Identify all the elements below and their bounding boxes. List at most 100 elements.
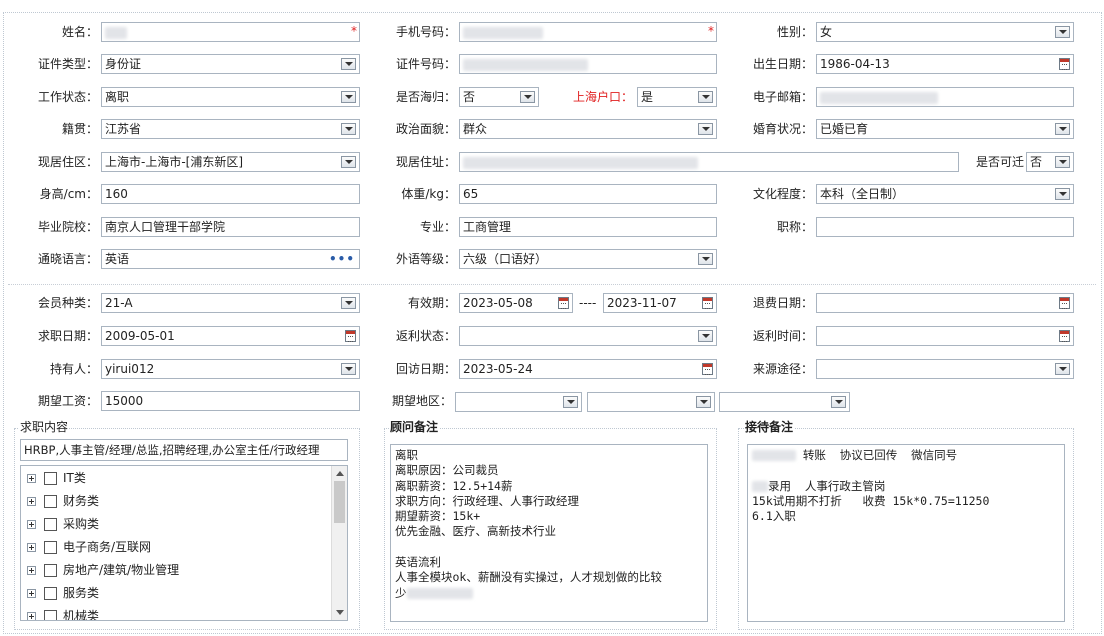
expand-icon[interactable] <box>27 612 36 620</box>
job-category-tree[interactable]: IT类 财务类 采购类 电子商务/互联网 房地产/建筑/物业管理 服务类 机械类 <box>20 465 348 621</box>
chevron-down-icon[interactable] <box>831 396 846 408</box>
current-area-select[interactable]: 上海市-上海市-[浦东新区] <box>101 152 360 172</box>
calendar-icon[interactable] <box>558 297 569 309</box>
calendar-icon[interactable] <box>1059 330 1070 342</box>
height-field[interactable]: 160 <box>101 184 360 204</box>
checkbox[interactable] <box>44 541 57 554</box>
address-redacted <box>463 156 698 169</box>
checkbox[interactable] <box>44 610 57 620</box>
tree-item[interactable]: 房地产/建筑/物业管理 <box>27 559 179 582</box>
job-intent-summary[interactable]: HRBP,人事主管/经理/总监,招聘经理,办公室主任/行政经理 <box>20 439 348 461</box>
chevron-down-icon[interactable] <box>563 396 578 408</box>
validity-start-field[interactable]: 2023-05-08 <box>459 293 573 313</box>
tree-item[interactable]: 服务类 <box>27 582 99 605</box>
expand-icon[interactable] <box>27 566 36 575</box>
visit-date-field[interactable]: 2023-05-24 <box>459 359 717 379</box>
chevron-down-icon[interactable] <box>1055 363 1070 375</box>
region-city-select[interactable] <box>587 392 715 412</box>
rebate-time-field[interactable] <box>816 326 1074 346</box>
checkbox[interactable] <box>44 518 57 531</box>
tree-scrollbar[interactable] <box>331 466 347 620</box>
chevron-down-icon[interactable] <box>341 58 356 70</box>
scroll-down-icon[interactable] <box>336 610 344 615</box>
weight-label: 体重/kg： <box>401 187 456 201</box>
chevron-down-icon[interactable] <box>698 253 713 265</box>
title-field[interactable] <box>816 217 1074 237</box>
gender-select[interactable]: 女 <box>816 22 1074 42</box>
tree-item[interactable]: 采购类 <box>27 513 99 536</box>
refund-date-field[interactable] <box>816 293 1074 313</box>
political-select[interactable]: 群众 <box>459 119 717 139</box>
chevron-down-icon[interactable] <box>1055 26 1070 38</box>
current-address-field[interactable] <box>459 152 959 172</box>
relocate-select[interactable]: 否 <box>1026 152 1074 172</box>
calendar-icon[interactable] <box>1059 297 1070 309</box>
rebate-status-select[interactable] <box>459 326 717 346</box>
consultant-notes-textarea[interactable]: 离职 离职原因：公司裁员 离职薪资：12.5+14薪 求职方向：行政经理、人事行政经理… <box>390 444 708 622</box>
expand-icon[interactable] <box>27 497 36 506</box>
chevron-down-icon[interactable] <box>1055 188 1070 200</box>
checkbox[interactable] <box>44 564 57 577</box>
shanghai-hukou-select[interactable]: 是 <box>637 87 717 107</box>
checkbox[interactable] <box>44 495 57 508</box>
job-date-field[interactable]: 2009-05-01 <box>101 326 360 346</box>
chevron-down-icon[interactable] <box>341 363 356 375</box>
expand-icon[interactable] <box>27 520 36 529</box>
source-select[interactable] <box>816 359 1074 379</box>
calendar-icon[interactable] <box>702 297 713 309</box>
expand-icon[interactable] <box>27 543 36 552</box>
region-district-select[interactable] <box>719 392 850 412</box>
chevron-down-icon[interactable] <box>341 156 356 168</box>
reception-notes-textarea[interactable]: 转账 协议已回传 微信同号 录用 人事行政主管岗 15k试用期不打折 收费 15k*… <box>747 444 1065 622</box>
tree-item[interactable]: 机械类 <box>27 605 99 620</box>
name-field[interactable]: * <box>101 22 360 42</box>
language-level-select[interactable]: 六级（口语好） <box>459 249 717 269</box>
school-field[interactable]: 南京人口管理干部学院 <box>101 217 360 237</box>
scroll-up-icon[interactable] <box>336 471 344 476</box>
note-line: 离职原因：公司裁员 <box>395 463 499 478</box>
tree-item[interactable]: 财务类 <box>27 490 99 513</box>
native-place-select[interactable]: 江苏省 <box>101 119 360 139</box>
expand-icon[interactable] <box>27 589 36 598</box>
chevron-down-icon[interactable] <box>341 123 356 135</box>
checkbox[interactable] <box>44 472 57 485</box>
more-icon[interactable]: ••• <box>329 252 355 266</box>
tree-item[interactable]: IT类 <box>27 467 86 490</box>
tree-item[interactable]: 电子商务/互联网 <box>27 536 151 559</box>
member-type-value: 21-A <box>105 296 133 310</box>
email-field[interactable] <box>816 87 1074 107</box>
marital-select[interactable]: 已婚已育 <box>816 119 1074 139</box>
chevron-down-icon[interactable] <box>1055 156 1070 168</box>
holder-select[interactable]: yirui012 <box>101 359 360 379</box>
major-field[interactable]: 工商管理 <box>459 217 717 237</box>
region-province-select[interactable] <box>455 392 582 412</box>
calendar-icon[interactable] <box>345 330 356 342</box>
chevron-down-icon[interactable] <box>698 123 713 135</box>
calendar-icon[interactable] <box>702 363 713 375</box>
chevron-down-icon[interactable] <box>696 396 711 408</box>
chevron-down-icon[interactable] <box>341 297 356 309</box>
height-value: 160 <box>105 187 128 201</box>
phone-field[interactable]: * <box>459 22 717 42</box>
checkbox[interactable] <box>44 587 57 600</box>
returnee-select[interactable]: 否 <box>459 87 539 107</box>
work-status-label: 工作状态： <box>37 90 98 104</box>
chevron-down-icon[interactable] <box>1055 123 1070 135</box>
id-number-field[interactable] <box>459 54 717 74</box>
chevron-down-icon[interactable] <box>698 91 713 103</box>
work-status-select[interactable]: 离职 <box>101 87 360 107</box>
education-select[interactable]: 本科（全日制） <box>816 184 1074 204</box>
scroll-thumb[interactable] <box>334 481 345 523</box>
member-type-select[interactable]: 21-A <box>101 293 360 313</box>
calendar-icon[interactable] <box>1059 58 1070 70</box>
birth-date-field[interactable]: 1986-04-13 <box>816 54 1074 74</box>
chevron-down-icon[interactable] <box>698 330 713 342</box>
validity-end-field[interactable]: 2023-11-07 <box>603 293 717 313</box>
weight-field[interactable]: 65 <box>459 184 717 204</box>
chevron-down-icon[interactable] <box>520 91 535 103</box>
id-type-select[interactable]: 身份证 <box>101 54 360 74</box>
chevron-down-icon[interactable] <box>341 91 356 103</box>
expand-icon[interactable] <box>27 474 36 483</box>
language-field[interactable]: 英语 ••• <box>101 249 360 269</box>
salary-field[interactable]: 15000 <box>101 391 360 411</box>
